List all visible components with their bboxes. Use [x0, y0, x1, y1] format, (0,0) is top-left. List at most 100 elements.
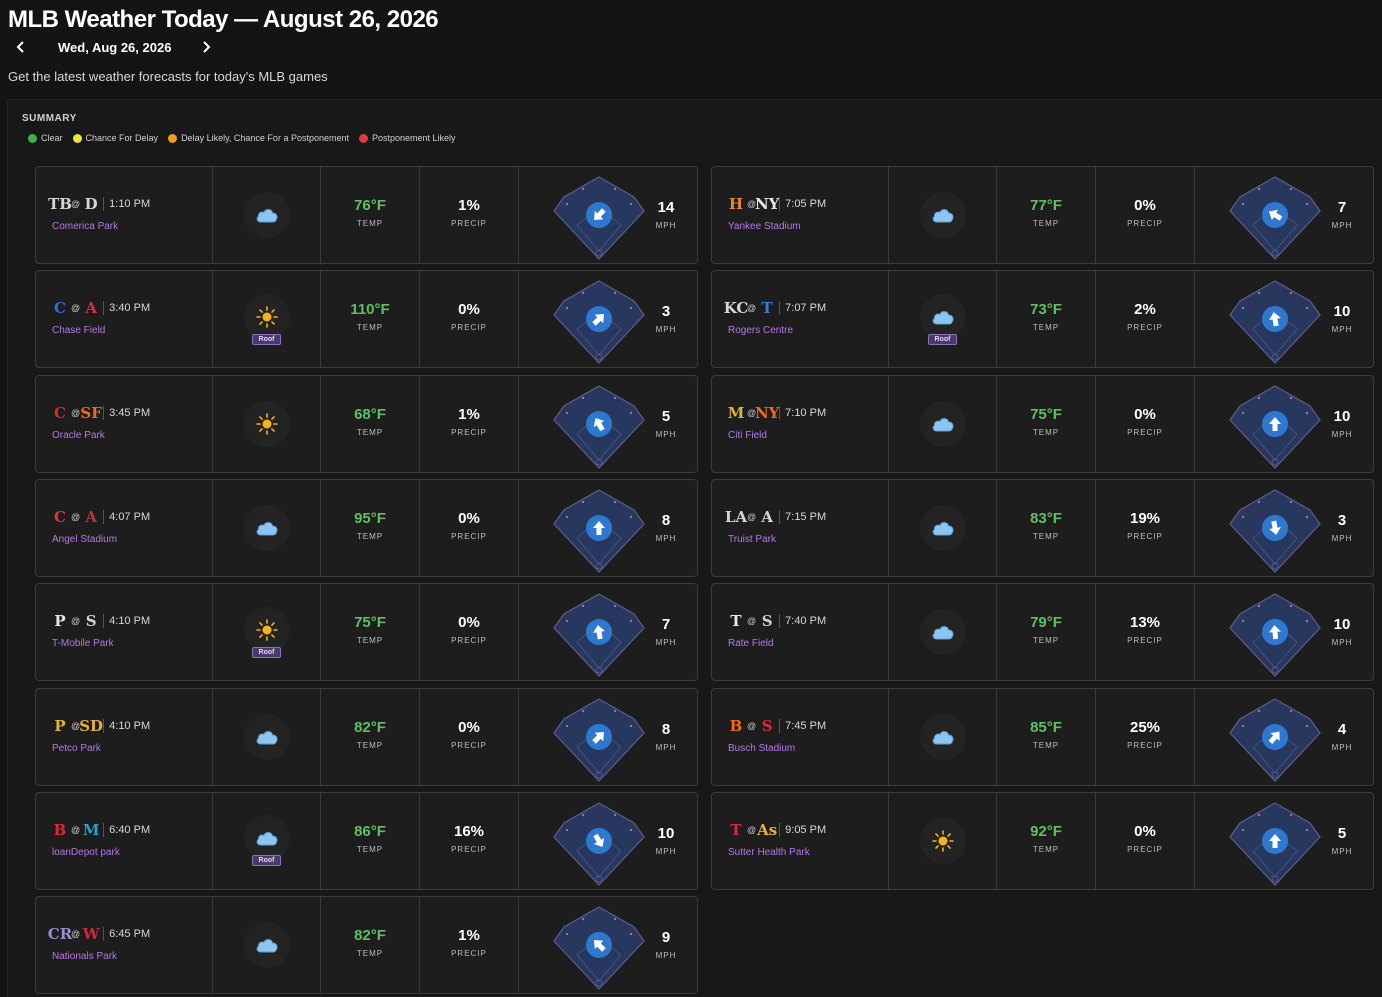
- wind-cell: 3 MPH: [1195, 480, 1373, 576]
- legend-dot: [358, 133, 368, 143]
- divider: [103, 718, 105, 733]
- away-team-logo: H: [728, 195, 744, 213]
- wind-cell: 14 MPH: [519, 167, 697, 263]
- venue-link[interactable]: loanDepot park: [52, 847, 120, 858]
- at-separator: @: [71, 303, 81, 314]
- temperature-label: TEMP: [356, 427, 384, 437]
- game-card[interactable]: T @ S 7:40 PM Rate Field 79°F TEMP 13% PRECIP 10 M…: [711, 583, 1374, 682]
- home-team-logo: W: [82, 925, 100, 944]
- venue-link[interactable]: Comerica Park: [52, 221, 118, 232]
- temperature-cell: 82°F TEMP: [321, 688, 420, 785]
- game-card[interactable]: T @ As 9:05 PM Sutter Health Park 92°F TEMP 0% P…: [711, 791, 1374, 890]
- game-card[interactable]: B @ S 7:45 PM Busch Stadium 85°F TEMP 25% PRECIP…: [711, 687, 1374, 786]
- weather-cell: [889, 792, 997, 889]
- team-matchup: B @ M 6:40 PM: [52, 821, 150, 839]
- matchup-cell: C @ SF 3:45 PM Oracle Park: [36, 375, 213, 472]
- wind-speed-value: 10: [1333, 303, 1351, 321]
- game-card[interactable]: M @ NY 7:10 PM Citi Field 75°F TEMP 0% PRECIP 10 M…: [711, 374, 1374, 473]
- legend-dot: [168, 133, 178, 143]
- wind-speed-value: 7: [661, 616, 671, 634]
- legend-label: Postponement Likely: [371, 133, 456, 143]
- venue-link[interactable]: Sutter Health Park: [728, 847, 810, 858]
- home-team-logo: S: [85, 612, 97, 631]
- wind-speed-unit: MPH: [655, 325, 677, 335]
- temperature-value: 76°F: [354, 197, 386, 214]
- weather-cell: [213, 167, 321, 263]
- at-separator: @: [747, 720, 757, 731]
- weather-cell: [213, 897, 321, 994]
- temperature-value: 77°F: [1030, 197, 1062, 214]
- venue-link[interactable]: Rate Field: [728, 638, 774, 649]
- wind-speed: 10 MPH: [1327, 616, 1357, 647]
- game-card[interactable]: C @ A 4:07 PM Angel Stadium 95°F TEMP 0% PRECIP 8…: [35, 478, 698, 577]
- precipitation-cell: 16% PRECIP: [420, 792, 519, 889]
- wind-speed: 7 MPH: [651, 616, 681, 647]
- wind-speed-value: 14: [657, 199, 675, 216]
- game-card[interactable]: TB @ D 1:10 PM Comerica Park 76°F TEMP 1% PRECIP…: [35, 166, 698, 264]
- matchup-cell: C @ A 3:40 PM Chase Field: [36, 271, 213, 368]
- precipitation-cell: 2% PRECIP: [1096, 271, 1195, 368]
- cloud-icon: [919, 400, 966, 447]
- chevron-right-icon: [203, 41, 211, 53]
- precipitation-label: PRECIP: [1127, 636, 1163, 646]
- wind-speed-value: 4: [1337, 720, 1347, 738]
- venue-link[interactable]: Nationals Park: [52, 951, 117, 962]
- game-card[interactable]: KC @ T 7:07 PM Rogers Centre Roof 73°F TEMP 2% PR…: [711, 270, 1374, 369]
- temperature-cell: 77°F TEMP: [997, 167, 1096, 263]
- away-team-logo: B: [53, 820, 67, 839]
- temperature-value: 79°F: [1030, 614, 1062, 632]
- game-card[interactable]: P @ SD 4:10 PM Petco Park 82°F TEMP 0% PRECIP 8 MP…: [35, 687, 698, 786]
- venue-link[interactable]: Busch Stadium: [728, 743, 795, 754]
- weather-condition: Roof: [889, 271, 996, 367]
- precipitation-label: PRECIP: [1127, 219, 1163, 228]
- game-card[interactable]: LA @ A 7:15 PM Truist Park 83°F TEMP 19% PRECIP 3…: [711, 478, 1374, 577]
- away-team-logo: LA: [724, 507, 748, 526]
- matchup-cell: H @ NY 7:05 PM Yankee Stadium: [712, 167, 889, 263]
- divider: [103, 301, 105, 316]
- temperature-value: 85°F: [1030, 718, 1062, 736]
- prev-day-button[interactable]: [12, 38, 30, 56]
- wind-speed-unit: MPH: [1331, 742, 1353, 752]
- temperature-cell: 76°F TEMP: [321, 167, 420, 263]
- precipitation-cell: 1% PRECIP: [420, 897, 519, 994]
- cloud-icon: [919, 609, 966, 656]
- venue-link[interactable]: Chase Field: [52, 325, 105, 336]
- precipitation-value: 19%: [1129, 509, 1161, 527]
- venue-link[interactable]: Yankee Stadium: [728, 221, 801, 232]
- game-time: 7:40 PM: [785, 615, 827, 628]
- weather-condition: [889, 376, 996, 472]
- weather-condition: Roof: [213, 271, 320, 367]
- matchup-cell: P @ S 4:10 PM T-Mobile Park: [36, 584, 213, 681]
- wind-cell: 10 MPH: [1195, 271, 1373, 367]
- game-card[interactable]: H @ NY 7:05 PM Yankee Stadium 77°F TEMP 0% PRECI…: [711, 166, 1374, 264]
- venue-link[interactable]: Citi Field: [728, 430, 767, 441]
- game-time: 9:05 PM: [785, 823, 827, 836]
- divider: [779, 509, 781, 524]
- precipitation-label: PRECIP: [451, 636, 487, 646]
- next-day-button[interactable]: [197, 38, 215, 56]
- home-team-logo: M: [82, 820, 100, 839]
- venue-link[interactable]: Rogers Centre: [728, 325, 793, 336]
- game-card[interactable]: C @ A 3:40 PM Chase Field Roof 110°F TEMP 0% PREC…: [35, 270, 698, 369]
- team-matchup: M @ NY 7:10 PM: [728, 404, 826, 422]
- game-card[interactable]: P @ S 4:10 PM T-Mobile Park Roof 75°F TEMP 0% PRE…: [35, 583, 698, 682]
- cloud-icon: [243, 504, 290, 551]
- divider: [103, 197, 105, 211]
- game-card[interactable]: C @ SF 3:45 PM Oracle Park 68°F TEMP 1% PRECIP 5 M…: [35, 374, 698, 473]
- game-card[interactable]: CR @ W 6:45 PM Nationals Park 82°F TEMP 1% PRECI…: [35, 896, 698, 995]
- venue-link[interactable]: Angel Stadium: [52, 534, 117, 545]
- game-card[interactable]: B @ M 6:40 PM loanDepot park Roof 86°F TEMP 16% P…: [35, 791, 698, 890]
- wind-speed-unit: MPH: [1331, 325, 1353, 335]
- venue-link[interactable]: Petco Park: [52, 743, 101, 754]
- weather-condition: Roof: [213, 584, 320, 680]
- team-matchup: C @ A 3:40 PM: [52, 299, 150, 317]
- matchup-cell: T @ As 9:05 PM Sutter Health Park: [712, 792, 889, 889]
- temperature-cell: 79°F TEMP: [997, 584, 1096, 681]
- venue-link[interactable]: Oracle Park: [52, 430, 105, 441]
- team-matchup: TB @ D 1:10 PM: [48, 195, 150, 213]
- venue-link[interactable]: T-Mobile Park: [52, 638, 114, 649]
- venue-link[interactable]: Truist Park: [728, 534, 776, 545]
- team-matchup: KC @ T 7:07 PM: [724, 299, 826, 317]
- page-title: MLB Weather Today — August 26, 2026: [8, 6, 439, 33]
- temperature-cell: 68°F TEMP: [321, 375, 420, 472]
